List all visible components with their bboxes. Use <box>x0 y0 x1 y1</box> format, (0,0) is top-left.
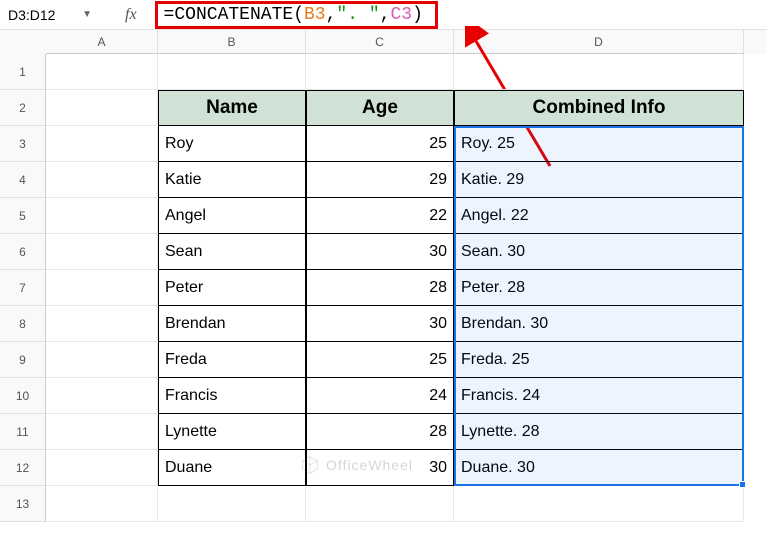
grid-row: Angel 22 Angel. 22 <box>46 198 744 234</box>
header-name[interactable]: Name <box>158 90 306 126</box>
cell-age[interactable]: 28 <box>306 414 454 450</box>
row-header[interactable]: 10 <box>0 378 46 414</box>
grid-row: Name Age Combined Info <box>46 90 744 126</box>
row-header[interactable]: 4 <box>0 162 46 198</box>
row-header[interactable]: 2 <box>0 90 46 126</box>
cell-name[interactable]: Freda <box>158 342 306 378</box>
grid-row: Freda 25 Freda. 25 <box>46 342 744 378</box>
cell[interactable] <box>454 486 744 522</box>
cell-age[interactable]: 28 <box>306 270 454 306</box>
row-header[interactable]: 6 <box>0 234 46 270</box>
col-header-A[interactable]: A <box>46 30 158 54</box>
grid-row <box>46 486 744 522</box>
formula-wrapper: fx =CONCATENATE(B3,". ",C3) <box>100 1 767 29</box>
row-header[interactable]: 11 <box>0 414 46 450</box>
watermark: OfficeWheel <box>300 455 413 475</box>
formula-bar: D3:D12 ▼ fx =CONCATENATE(B3,". ",C3) <box>0 0 767 30</box>
cell-combined[interactable]: Brendan. 30 <box>454 306 744 342</box>
grid-row: Brendan 30 Brendan. 30 <box>46 306 744 342</box>
row-headers: 1 2 3 4 5 6 7 8 9 10 11 12 13 <box>0 54 46 522</box>
cell-combined[interactable]: Francis. 24 <box>454 378 744 414</box>
cell-name[interactable]: Peter <box>158 270 306 306</box>
cell-combined[interactable]: Angel. 22 <box>454 198 744 234</box>
cell[interactable] <box>46 162 158 198</box>
grid-row: Peter 28 Peter. 28 <box>46 270 744 306</box>
cell[interactable] <box>46 342 158 378</box>
cell-name[interactable]: Sean <box>158 234 306 270</box>
cell-age[interactable]: 25 <box>306 126 454 162</box>
cell[interactable] <box>306 486 454 522</box>
cell-combined[interactable]: Duane. 30 <box>454 450 744 486</box>
header-combined[interactable]: Combined Info <box>454 90 744 126</box>
name-box[interactable]: D3:D12 ▼ <box>0 3 100 27</box>
fx-icon: fx <box>125 6 137 24</box>
cell[interactable] <box>46 54 158 90</box>
row-header[interactable]: 9 <box>0 342 46 378</box>
col-header-D[interactable]: D <box>454 30 744 54</box>
cell[interactable] <box>46 486 158 522</box>
cells-area: Name Age Combined Info Roy 25 Roy. 25 Ka… <box>46 54 744 522</box>
cell-combined[interactable]: Katie. 29 <box>454 162 744 198</box>
cell-age[interactable]: 24 <box>306 378 454 414</box>
cell[interactable] <box>46 378 158 414</box>
cell-name[interactable]: Angel <box>158 198 306 234</box>
cell-name[interactable]: Francis <box>158 378 306 414</box>
cell-combined[interactable]: Freda. 25 <box>454 342 744 378</box>
cell-age[interactable]: 22 <box>306 198 454 234</box>
formula-input[interactable]: =CONCATENATE(B3,". ",C3) <box>164 5 423 25</box>
cell[interactable] <box>46 414 158 450</box>
watermark-text: OfficeWheel <box>326 457 413 473</box>
cell[interactable] <box>46 234 158 270</box>
cell[interactable] <box>46 126 158 162</box>
row-header[interactable]: 13 <box>0 486 46 522</box>
cell[interactable] <box>46 270 158 306</box>
cell[interactable] <box>46 198 158 234</box>
row-header[interactable]: 5 <box>0 198 46 234</box>
grid-row: Sean 30 Sean. 30 <box>46 234 744 270</box>
row-header[interactable]: 3 <box>0 126 46 162</box>
row-header[interactable]: 1 <box>0 54 46 90</box>
cell-combined[interactable]: Peter. 28 <box>454 270 744 306</box>
cell-name[interactable]: Roy <box>158 126 306 162</box>
cell-name[interactable]: Lynette <box>158 414 306 450</box>
cell[interactable] <box>454 54 744 90</box>
grid-row: Katie 29 Katie. 29 <box>46 162 744 198</box>
column-headers: A B C D <box>0 30 767 54</box>
cell-combined[interactable]: Lynette. 28 <box>454 414 744 450</box>
cell-combined[interactable]: Sean. 30 <box>454 234 744 270</box>
chevron-down-icon[interactable]: ▼ <box>82 9 92 20</box>
cell[interactable] <box>158 54 306 90</box>
cell[interactable] <box>158 486 306 522</box>
grid-row: Lynette 28 Lynette. 28 <box>46 414 744 450</box>
grid-row <box>46 54 744 90</box>
formula-highlight-box: =CONCATENATE(B3,". ",C3) <box>155 1 438 29</box>
grid-row: Roy 25 Roy. 25 <box>46 126 744 162</box>
cell[interactable] <box>46 306 158 342</box>
cube-icon <box>300 455 320 475</box>
cell-name[interactable]: Brendan <box>158 306 306 342</box>
row-header[interactable]: 7 <box>0 270 46 306</box>
cell-age[interactable]: 30 <box>306 306 454 342</box>
cell-name[interactable]: Duane <box>158 450 306 486</box>
row-header[interactable]: 12 <box>0 450 46 486</box>
grid-row: Francis 24 Francis. 24 <box>46 378 744 414</box>
name-box-value: D3:D12 <box>8 7 55 23</box>
col-header-B[interactable]: B <box>158 30 306 54</box>
cell-combined[interactable]: Roy. 25 <box>454 126 744 162</box>
cell[interactable] <box>46 450 158 486</box>
cell-age[interactable]: 30 <box>306 234 454 270</box>
header-age[interactable]: Age <box>306 90 454 126</box>
row-header[interactable]: 8 <box>0 306 46 342</box>
col-header-C[interactable]: C <box>306 30 454 54</box>
cell[interactable] <box>46 90 158 126</box>
grid: 1 2 3 4 5 6 7 8 9 10 11 12 13 Name Age C… <box>0 54 767 522</box>
cell-age[interactable]: 29 <box>306 162 454 198</box>
cell-age[interactable]: 25 <box>306 342 454 378</box>
cell[interactable] <box>306 54 454 90</box>
cell-name[interactable]: Katie <box>158 162 306 198</box>
